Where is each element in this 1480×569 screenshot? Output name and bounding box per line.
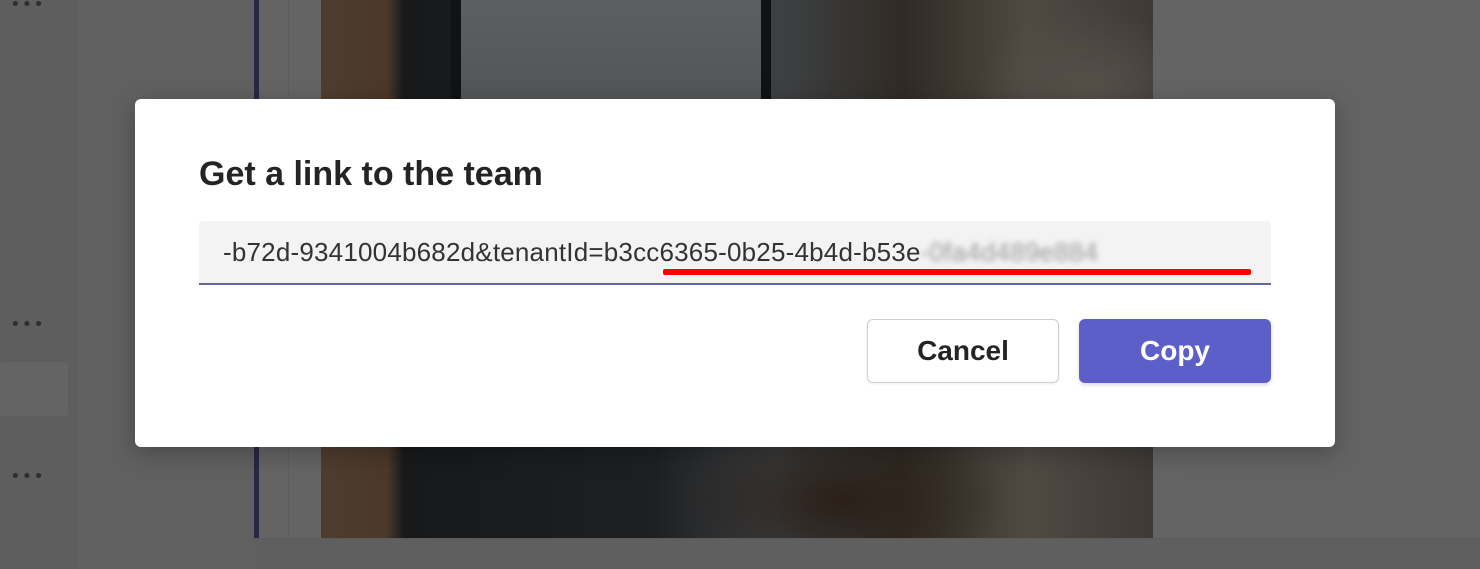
dialog-title: Get a link to the team — [199, 155, 543, 193]
link-visible-text: -b72d-9341004b682d&tenantId=b3cc6365-0b2… — [223, 237, 921, 267]
cancel-button[interactable]: Cancel — [867, 319, 1059, 383]
copy-button[interactable]: Copy — [1079, 319, 1271, 383]
get-link-dialog: Get a link to the team -b72d-9341004b682… — [135, 99, 1335, 447]
link-obscured-text: -0fa4d489e884 — [920, 237, 1099, 267]
team-link-field[interactable]: -b72d-9341004b682d&tenantId=b3cc6365-0b2… — [199, 221, 1271, 285]
teams-window: ••• ••• ••• Get a link to the team -b72d… — [0, 0, 1480, 569]
team-link-value[interactable]: -b72d-9341004b682d&tenantId=b3cc6365-0b2… — [223, 237, 1098, 268]
annotation-underline — [663, 269, 1251, 275]
